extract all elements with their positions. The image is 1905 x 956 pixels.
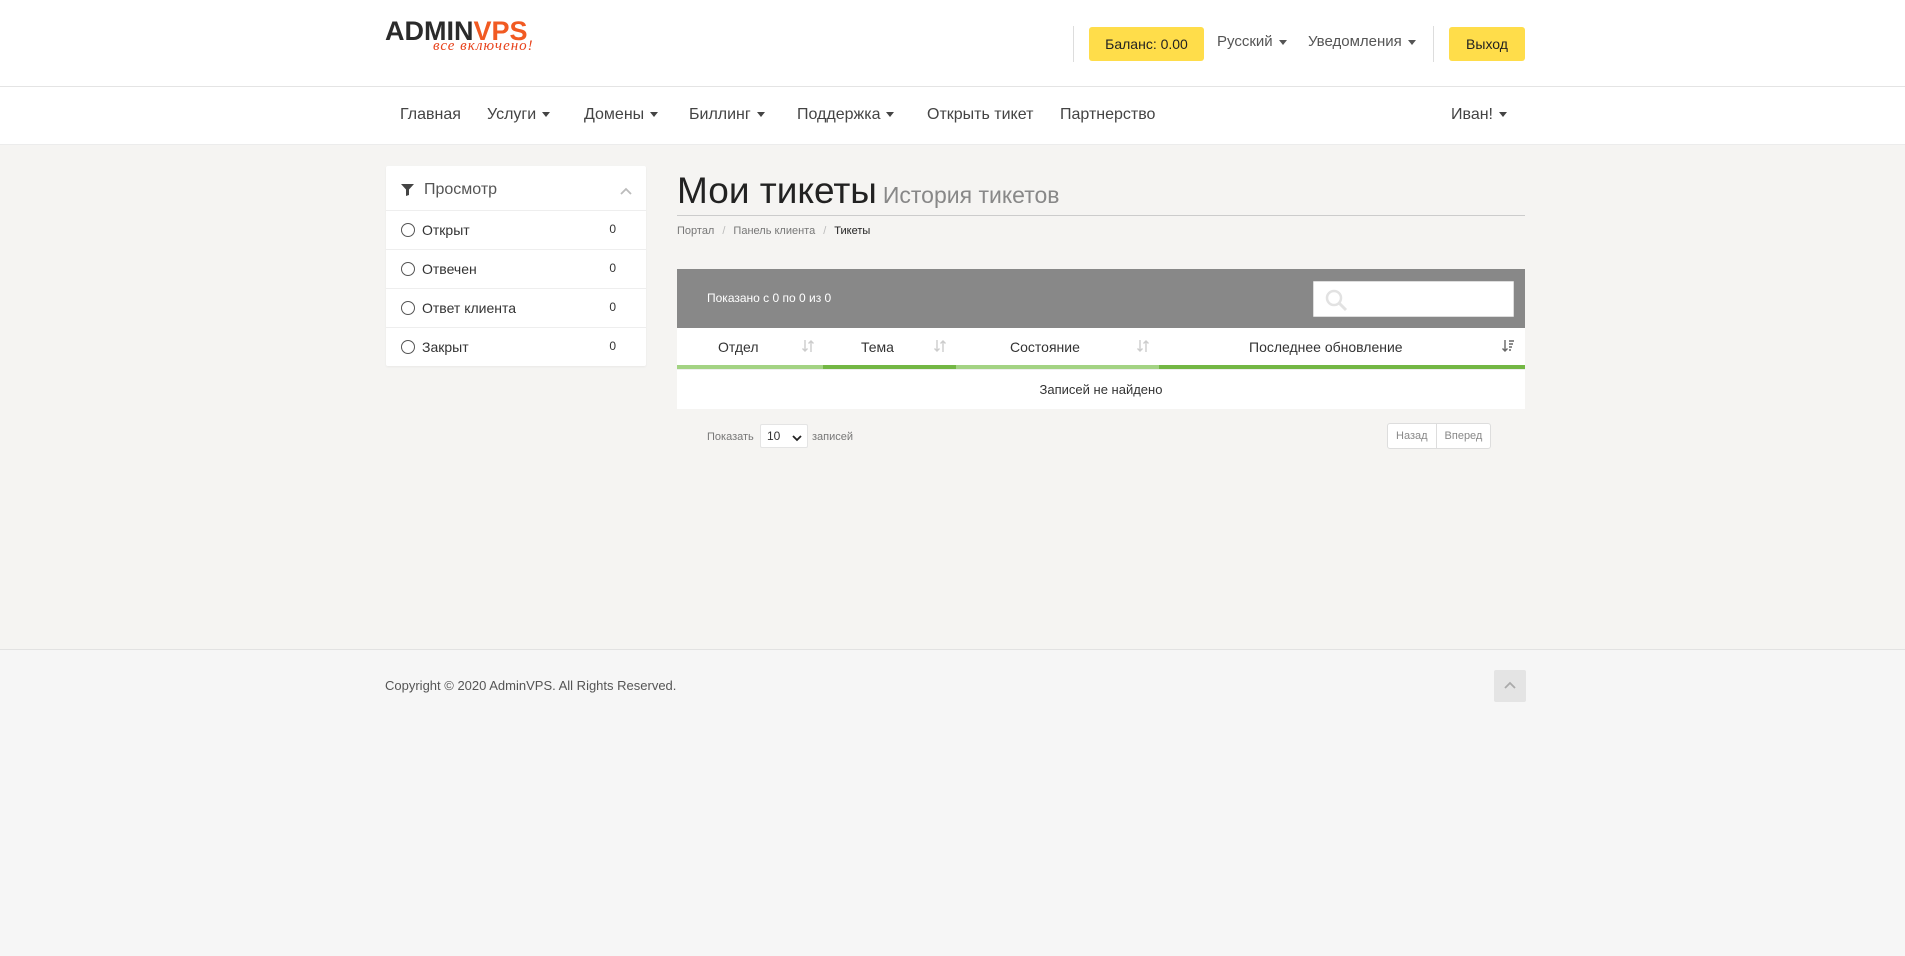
table-toolbar: Показано с 0 по 0 из 0 (677, 269, 1525, 328)
breadcrumb-portal[interactable]: Портал (677, 225, 714, 237)
column-department[interactable]: Отдел (677, 328, 823, 369)
radio-icon (401, 301, 415, 315)
caret-down-icon (886, 112, 895, 118)
filter-customer-reply[interactable]: Ответ клиента 0 (386, 288, 646, 327)
caret-down-icon (1499, 112, 1507, 118)
notifications-dropdown[interactable]: Уведомления (1308, 33, 1416, 50)
table-footer: Показать 10 записей Назад Вперед (677, 409, 1525, 459)
sort-icon (933, 339, 947, 356)
top-header: ADMINVPS все включено! Баланс: 0.00 Русс… (0, 0, 1905, 87)
nav-item-billing[interactable]: Биллинг (689, 106, 765, 124)
logout-button[interactable]: Выход (1449, 27, 1525, 61)
radio-icon (401, 262, 415, 276)
caret-down-icon (650, 112, 659, 118)
copyright-text: Copyright © 2020 AdminVPS. All Rights Re… (385, 678, 677, 693)
caret-down-icon (1407, 39, 1416, 45)
nav-item-home[interactable]: Главная (400, 106, 461, 124)
nav-item-open-ticket[interactable]: Открыть тикет (927, 106, 1033, 124)
chevron-up-icon[interactable] (620, 182, 632, 200)
user-menu[interactable]: Иван! (1451, 106, 1507, 124)
filter-label: Отвечен (422, 261, 477, 277)
sort-icon (801, 339, 815, 356)
title-divider (677, 215, 1525, 216)
length-prefix: Показать (707, 431, 754, 443)
filter-label: Ответ клиента (422, 300, 517, 316)
prev-page-button[interactable]: Назад (1388, 424, 1436, 448)
breadcrumb-client-area[interactable]: Панель клиента (733, 225, 815, 237)
breadcrumb-tickets: Тикеты (834, 225, 871, 237)
page-title: Мои тикеты История тикетов (677, 170, 1060, 211)
nav-item-affiliates[interactable]: Партнерство (1060, 106, 1155, 124)
sort-desc-icon (1501, 339, 1515, 356)
filter-label: Закрыт (422, 339, 469, 355)
header-divider (1433, 26, 1434, 62)
chevron-up-icon (1504, 681, 1516, 689)
sidebar-title: Просмотр (424, 181, 498, 198)
page-subtitle: История тикетов (882, 182, 1060, 208)
filter-label: Открыт (422, 222, 470, 238)
sidebar-header[interactable]: Просмотр (386, 166, 646, 210)
caret-down-icon (756, 112, 765, 118)
nav-item-domains[interactable]: Домены (584, 106, 659, 124)
pagination: Назад Вперед (1387, 423, 1492, 449)
sidebar-filter-panel: Просмотр Открыт 0 Отвечен 0 Ответ клиент… (386, 166, 646, 366)
filter-answered[interactable]: Отвечен 0 (386, 249, 646, 288)
table-info: Показано с 0 по 0 из 0 (707, 291, 832, 305)
filter-count: 0 (609, 261, 616, 275)
filter-icon (401, 183, 414, 201)
filter-count: 0 (609, 339, 616, 353)
filter-closed[interactable]: Закрыт 0 (386, 327, 646, 366)
caret-down-icon (1278, 39, 1287, 45)
main-area: Просмотр Открыт 0 Отвечен 0 Ответ клиент… (0, 145, 1905, 649)
main-nav: Главная Услуги Домены Биллинг Поддержка … (0, 87, 1905, 145)
page-length-select[interactable]: 10 (760, 424, 808, 448)
logo[interactable]: ADMINVPS все включено! (385, 16, 555, 60)
empty-message: Записей не найдено (677, 369, 1525, 409)
caret-down-icon (542, 112, 551, 118)
next-page-button[interactable]: Вперед (1435, 424, 1491, 448)
logo-tagline: все включено! (433, 38, 534, 54)
filter-open[interactable]: Открыт 0 (386, 210, 646, 249)
length-suffix: записей (812, 431, 854, 443)
filter-count: 0 (609, 222, 616, 236)
radio-icon (401, 340, 415, 354)
search-icon (1324, 288, 1348, 317)
filter-count: 0 (609, 300, 616, 314)
balance-button[interactable]: Баланс: 0.00 (1089, 27, 1204, 61)
back-to-top-button[interactable] (1494, 670, 1526, 702)
chevron-down-icon (792, 431, 802, 445)
column-subject[interactable]: Тема (823, 328, 956, 369)
radio-icon (401, 223, 415, 237)
column-status[interactable]: Состояние (956, 328, 1159, 369)
header-divider (1073, 26, 1074, 62)
nav-item-services[interactable]: Услуги (487, 106, 551, 124)
page-footer: Copyright © 2020 AdminVPS. All Rights Re… (0, 649, 1905, 956)
column-last-updated[interactable]: Последнее обновление (1159, 328, 1525, 369)
breadcrumb: Портал / Панель клиента / Тикеты (677, 225, 871, 237)
nav-item-support[interactable]: Поддержка (797, 106, 895, 124)
sort-icon (1136, 339, 1150, 356)
search-input[interactable] (1313, 281, 1514, 317)
tickets-table: Показано с 0 по 0 из 0 Отдел Тема Состоя… (677, 269, 1525, 459)
language-dropdown[interactable]: Русский (1217, 33, 1287, 50)
